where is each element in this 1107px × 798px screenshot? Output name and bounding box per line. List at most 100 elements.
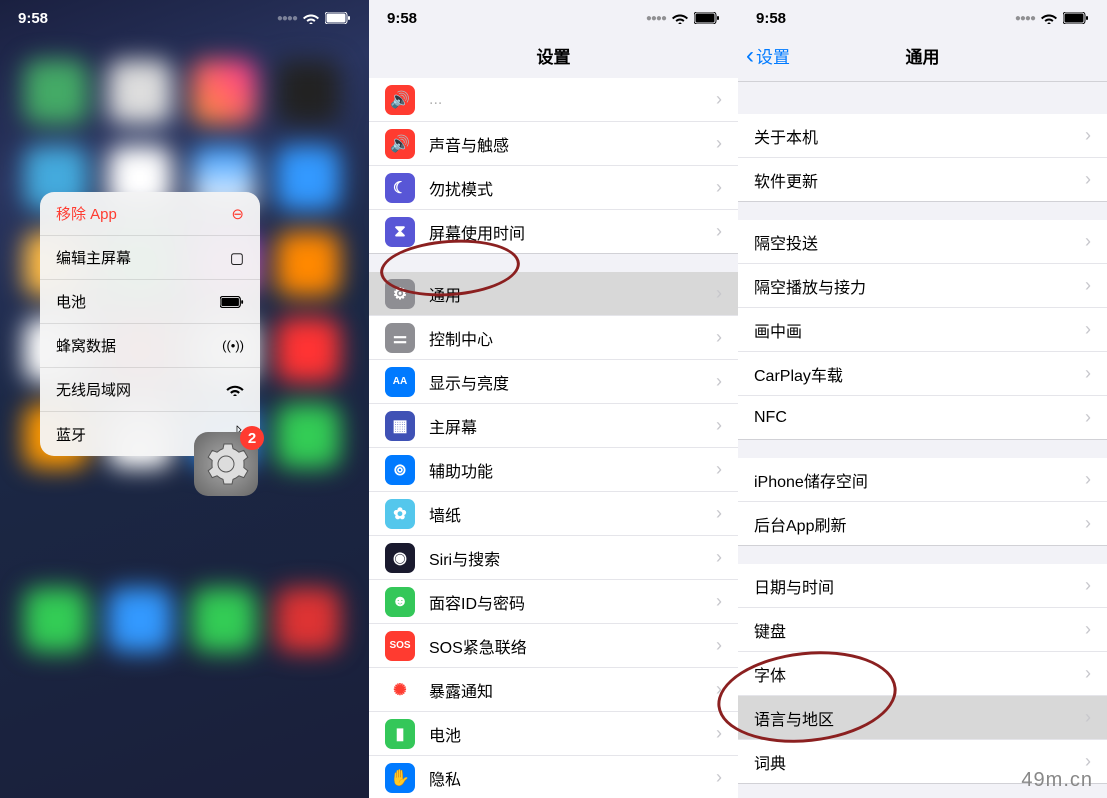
chevron-right-icon: › (716, 327, 722, 348)
status-indicators: ●●●● (1015, 12, 1089, 24)
settings-app-icon[interactable]: 2 (194, 432, 258, 496)
row-label: 关于本机 (754, 124, 1085, 148)
row-label: 辅助功能 (429, 458, 716, 482)
general-row[interactable]: NFC › (738, 396, 1107, 440)
row-label: 通用 (429, 282, 716, 306)
row-label: Siri与搜索 (429, 546, 716, 570)
nav-bar: 设置 (369, 30, 738, 82)
person-icon: ⊚ (385, 455, 415, 485)
general-row[interactable]: iPhone储存空间 › (738, 458, 1107, 502)
chevron-right-icon: › (1085, 363, 1091, 384)
settings-row[interactable]: SOS SOS紧急联络 › (369, 624, 738, 668)
chevron-right-icon: › (716, 547, 722, 568)
settings-row[interactable]: ▦ 主屏幕 › (369, 404, 738, 448)
general-row[interactable]: 键盘 › (738, 608, 1107, 652)
settings-row[interactable]: ✺ 暴露通知 › (369, 668, 738, 712)
menu-label: 编辑主屏幕 (56, 247, 131, 268)
wifi-icon (672, 12, 688, 24)
general-row[interactable]: 语言与地区 › (738, 696, 1107, 740)
settings-row[interactable]: ✿ 墙纸 › (369, 492, 738, 536)
chevron-right-icon: › (716, 371, 722, 392)
settings-row[interactable]: ✋ 隐私 › (369, 756, 738, 798)
general-row[interactable]: 字体 › (738, 652, 1107, 696)
general-row[interactable]: 后台App刷新 › (738, 502, 1107, 546)
row-label: CarPlay车载 (754, 362, 1085, 386)
settings-row[interactable]: ⚙ 通用 › (369, 272, 738, 316)
general-row[interactable]: 隔空播放与接力 › (738, 264, 1107, 308)
menu-edit-home[interactable]: 编辑主屏幕 ▢ (40, 236, 260, 280)
row-label: 字体 (754, 662, 1085, 686)
back-button[interactable]: ‹ 设置 (746, 42, 790, 70)
settings-row[interactable]: ⧗ 屏幕使用时间 › (369, 210, 738, 254)
settings-row[interactable]: ☾ 勿扰模式 › (369, 166, 738, 210)
general-row[interactable]: CarPlay车载 › (738, 352, 1107, 396)
menu-label: 蜂窝数据 (56, 335, 116, 356)
row-label: 日期与时间 (754, 574, 1085, 598)
row-label: NFC (754, 409, 1085, 427)
chevron-right-icon: › (1085, 319, 1091, 340)
status-indicators: ●●●● (646, 12, 720, 24)
chevron-right-icon: › (716, 635, 722, 656)
settings-row[interactable]: ☻ 面容ID与密码 › (369, 580, 738, 624)
settings-list[interactable]: 🔊...› 🔊 声音与触感 › ☾ 勿扰模式 › ⧗ 屏幕使用时间 › ⚙ 通用… (369, 78, 738, 798)
chevron-right-icon: › (716, 503, 722, 524)
row-label: 勿扰模式 (429, 176, 716, 200)
page-title: 设置 (537, 43, 571, 68)
AA-icon: AA (385, 367, 415, 397)
settings-row[interactable]: ⚌ 控制中心 › (369, 316, 738, 360)
settings-row[interactable]: AA 显示与亮度 › (369, 360, 738, 404)
siri-icon: ◉ (385, 543, 415, 573)
chevron-right-icon: › (716, 459, 722, 480)
context-menu: 移除 App ⊖ 编辑主屏幕 ▢ 电池 蜂窝数据 ((•)) 无线局域网 蓝牙 … (40, 192, 260, 456)
battery-icon (220, 296, 244, 308)
chevron-right-icon: › (1085, 707, 1091, 728)
general-row[interactable]: 软件更新 › (738, 158, 1107, 202)
menu-cellular[interactable]: 蜂窝数据 ((•)) (40, 324, 260, 368)
general-row[interactable]: 关于本机 › (738, 114, 1107, 158)
battery-icon (1063, 12, 1089, 24)
chevron-right-icon: › (1085, 231, 1091, 252)
chevron-right-icon: › (1085, 575, 1091, 596)
gear-icon: ⚙ (385, 279, 415, 309)
battery-icon: ▮ (385, 719, 415, 749)
row-label: 隔空播放与接力 (754, 274, 1085, 298)
hand-icon: ✋ (385, 763, 415, 793)
row-label: 电池 (429, 722, 716, 746)
cellular-dots-icon: ●●●● (1015, 13, 1035, 24)
chevron-right-icon: › (716, 283, 722, 304)
chevron-left-icon: ‹ (746, 42, 754, 70)
general-row[interactable]: 隔空投送 › (738, 220, 1107, 264)
chevron-right-icon: › (716, 221, 722, 242)
menu-label: 移除 App (56, 203, 117, 224)
row-label: 面容ID与密码 (429, 590, 716, 614)
chevron-right-icon: › (1085, 407, 1091, 428)
watermark: 49m.cn (1021, 769, 1093, 792)
settings-row[interactable]: ◉ Siri与搜索 › (369, 536, 738, 580)
row-label: 后台App刷新 (754, 512, 1085, 536)
cellular-icon: ((•)) (222, 338, 244, 353)
row-label: ... (429, 91, 716, 109)
general-row[interactable]: 日期与时间 › (738, 564, 1107, 608)
phone-settings: 9:58 ●●●● 设置 🔊...› 🔊 声音与触感 › ☾ 勿扰模式 › ⧗ … (369, 0, 738, 798)
menu-label: 蓝牙 (56, 424, 86, 445)
wifi-icon (226, 383, 244, 396)
settings-row[interactable]: 🔊 声音与触感 › (369, 122, 738, 166)
menu-remove-app[interactable]: 移除 App ⊖ (40, 192, 260, 236)
flower-icon: ✿ (385, 499, 415, 529)
general-row[interactable]: 画中画 › (738, 308, 1107, 352)
row-label: 键盘 (754, 618, 1085, 642)
settings-row[interactable]: 🔊...› (369, 78, 738, 122)
virus-icon: ✺ (385, 675, 415, 705)
chevron-right-icon: › (716, 591, 722, 612)
general-list[interactable]: 关于本机 › 软件更新 › 隔空投送 › 隔空播放与接力 › 画中画 › Car… (738, 82, 1107, 784)
hourglass-icon: ⧗ (385, 217, 415, 247)
switches-icon: ⚌ (385, 323, 415, 353)
row-label: iPhone储存空间 (754, 468, 1085, 492)
menu-wifi[interactable]: 无线局域网 (40, 368, 260, 412)
menu-battery[interactable]: 电池 (40, 280, 260, 324)
row-label: 语言与地区 (754, 706, 1085, 730)
gear-icon (202, 440, 250, 488)
settings-row[interactable]: ▮ 电池 › (369, 712, 738, 756)
settings-row[interactable]: ⊚ 辅助功能 › (369, 448, 738, 492)
chevron-right-icon: › (1085, 469, 1091, 490)
